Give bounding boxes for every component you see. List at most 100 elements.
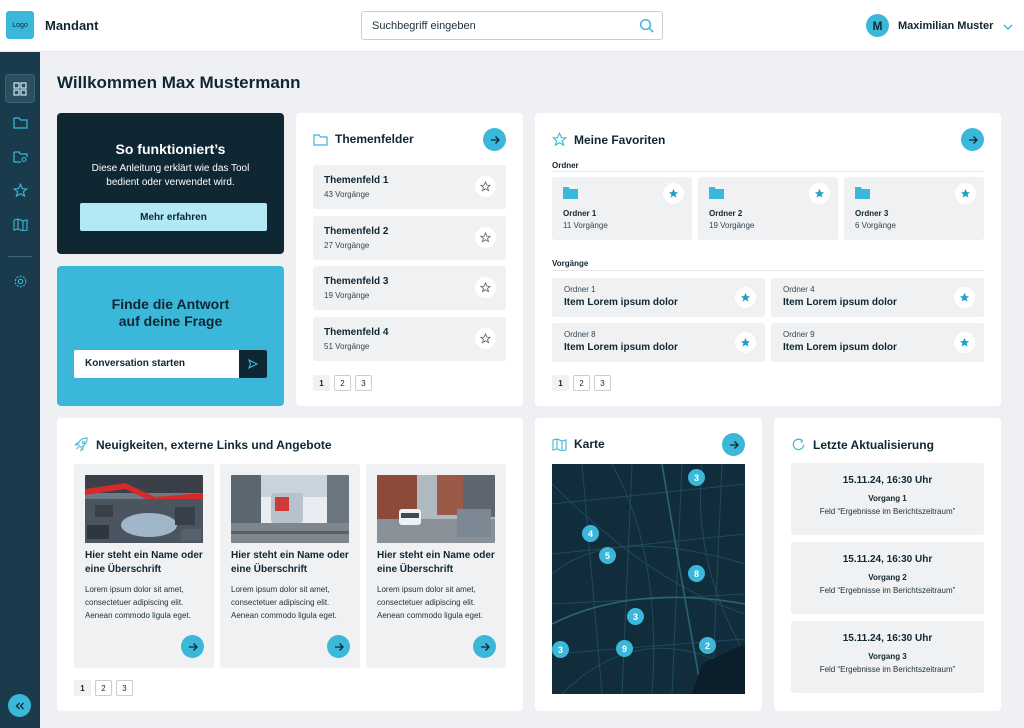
vorgang-item[interactable]: Ordner 4 Item Lorem ipsum dolor bbox=[771, 278, 984, 317]
news-item[interactable]: Hier steht ein Name oder eine Überschrif… bbox=[220, 464, 360, 668]
updates-header: Letzte Aktualisierung bbox=[791, 437, 934, 452]
page-3[interactable]: 3 bbox=[594, 375, 611, 391]
mandant-label: Mandant bbox=[45, 18, 99, 33]
news-image[interactable] bbox=[231, 475, 349, 543]
star-outline-icon bbox=[480, 181, 491, 192]
page-3[interactable]: 3 bbox=[355, 375, 372, 391]
map-marker[interactable]: 4 bbox=[582, 525, 599, 542]
page-1[interactable]: 1 bbox=[552, 375, 569, 391]
user-menu[interactable]: M Maximilian Muster bbox=[866, 14, 1013, 37]
map-marker[interactable]: 9 bbox=[616, 640, 633, 657]
news-open-button[interactable] bbox=[473, 635, 496, 658]
star-filled-icon bbox=[740, 337, 751, 347]
search-input[interactable] bbox=[362, 12, 622, 39]
folder-title: Ordner 1 bbox=[563, 209, 597, 218]
themenfelder-card: Themenfelder Themenfeld 1 43 Vorgänge Th… bbox=[296, 113, 523, 406]
themenfelder-open-button[interactable] bbox=[483, 128, 506, 151]
page-1[interactable]: 1 bbox=[313, 375, 330, 391]
item-count: 27 Vorgänge bbox=[324, 241, 370, 250]
news-text: Lorem ipsum dolor sit amet, consectetuer… bbox=[377, 585, 483, 620]
map-marker[interactable]: 3 bbox=[627, 608, 644, 625]
double-chevron-left-icon bbox=[15, 702, 24, 709]
news-image[interactable] bbox=[377, 475, 495, 543]
favorite-button[interactable] bbox=[475, 328, 496, 349]
news-image[interactable] bbox=[85, 475, 203, 543]
page-2[interactable]: 2 bbox=[573, 375, 590, 391]
vorgang-item[interactable]: Ordner 9 Item Lorem ipsum dolor bbox=[771, 323, 984, 362]
news-item[interactable]: Hier steht ein Name oder eine Überschrif… bbox=[74, 464, 214, 668]
pagination: 1 2 3 bbox=[74, 680, 137, 696]
map-marker[interactable]: 2 bbox=[699, 637, 716, 654]
top-header: Logo Mandant M Maximilian Muster bbox=[0, 0, 1024, 52]
folder-filled-icon bbox=[855, 187, 870, 199]
settings-icon[interactable] bbox=[5, 267, 35, 296]
folder-count: 11 Vorgänge bbox=[563, 221, 608, 230]
favoriten-open-button[interactable] bbox=[961, 128, 984, 151]
unfavorite-button[interactable] bbox=[735, 287, 756, 308]
news-heading: Hier steht ein Name oder eine Überschrif… bbox=[377, 550, 495, 575]
news-open-button[interactable] bbox=[327, 635, 350, 658]
page-1[interactable]: 1 bbox=[74, 680, 91, 696]
favoriten-header: Meine Favoriten bbox=[552, 132, 665, 147]
star-outline-icon bbox=[480, 232, 491, 243]
update-vorgang: Vorgang 3 bbox=[868, 652, 907, 661]
unfavorite-button[interactable] bbox=[809, 183, 830, 204]
news-text: Lorem ipsum dolor sit amet, consectetuer… bbox=[85, 585, 191, 620]
ordner-section-label: Ordner bbox=[552, 161, 579, 170]
updates-title: Letzte Aktualisierung bbox=[813, 437, 934, 452]
user-name[interactable]: Maximilian Muster bbox=[898, 20, 993, 32]
folder-item[interactable]: Ordner 2 19 Vorgänge bbox=[698, 177, 838, 240]
unfavorite-button[interactable] bbox=[954, 332, 975, 353]
list-item[interactable]: Themenfeld 4 51 Vorgänge bbox=[313, 317, 506, 361]
map-icon bbox=[552, 437, 567, 451]
vorgang-item[interactable]: Ordner 8 Item Lorem ipsum dolor bbox=[552, 323, 765, 362]
map-marker[interactable]: 8 bbox=[688, 565, 705, 582]
unfavorite-button[interactable] bbox=[954, 287, 975, 308]
collapse-sidebar-button[interactable] bbox=[8, 694, 31, 717]
star-icon[interactable] bbox=[5, 176, 35, 205]
map-icon[interactable] bbox=[5, 210, 35, 239]
unfavorite-button[interactable] bbox=[735, 332, 756, 353]
update-item[interactable]: 15.11.24, 16:30 Uhr Vorgang 1 Feld “Erge… bbox=[791, 463, 984, 535]
update-item[interactable]: 15.11.24, 16:30 Uhr Vorgang 3 Feld “Erge… bbox=[791, 621, 984, 693]
star-icon bbox=[552, 132, 567, 147]
avatar[interactable]: M bbox=[866, 14, 889, 37]
update-item[interactable]: 15.11.24, 16:30 Uhr Vorgang 2 Feld “Erge… bbox=[791, 542, 984, 614]
news-open-button[interactable] bbox=[181, 635, 204, 658]
page-2[interactable]: 2 bbox=[334, 375, 351, 391]
page-3[interactable]: 3 bbox=[116, 680, 133, 696]
logo[interactable]: Logo bbox=[6, 11, 34, 39]
map-marker[interactable]: 3 bbox=[688, 469, 705, 486]
folder-search-icon[interactable] bbox=[5, 142, 35, 171]
favorite-button[interactable] bbox=[475, 227, 496, 248]
list-item[interactable]: Themenfeld 3 19 Vorgänge bbox=[313, 266, 506, 310]
vorgang-item[interactable]: Ordner 1 Item Lorem ipsum dolor bbox=[552, 278, 765, 317]
map-view[interactable]: 3 45 8 3 9 2 3 bbox=[552, 464, 745, 694]
favoriten-title: Meine Favoriten bbox=[574, 132, 666, 147]
more-info-button[interactable]: Mehr erfahren bbox=[80, 203, 267, 231]
news-item[interactable]: Hier steht ein Name oder eine Überschrif… bbox=[366, 464, 506, 668]
search-box[interactable] bbox=[361, 11, 663, 40]
send-button[interactable] bbox=[239, 350, 267, 378]
unfavorite-button[interactable] bbox=[663, 183, 684, 204]
list-item[interactable]: Themenfeld 1 43 Vorgänge bbox=[313, 165, 506, 209]
karte-open-button[interactable] bbox=[722, 433, 745, 456]
list-item[interactable]: Themenfeld 2 27 Vorgänge bbox=[313, 216, 506, 260]
map-streets bbox=[552, 464, 745, 694]
pagination: 1 2 3 bbox=[552, 375, 615, 391]
unfavorite-button[interactable] bbox=[955, 183, 976, 204]
conversation-field[interactable]: Konversation starten bbox=[74, 350, 267, 378]
favorite-button[interactable] bbox=[475, 277, 496, 298]
news-heading: Hier steht ein Name oder eine Überschrif… bbox=[231, 550, 349, 575]
folder-item[interactable]: Ordner 3 6 Vorgänge bbox=[844, 177, 984, 240]
page-2[interactable]: 2 bbox=[95, 680, 112, 696]
map-marker[interactable]: 3 bbox=[552, 641, 569, 658]
map-marker[interactable]: 5 bbox=[599, 547, 616, 564]
folder-icon[interactable] bbox=[5, 108, 35, 137]
chevron-down-icon[interactable] bbox=[1003, 17, 1013, 35]
search-icon[interactable] bbox=[639, 18, 654, 38]
folder-item[interactable]: Ordner 1 11 Vorgänge bbox=[552, 177, 692, 240]
dashboard-icon[interactable] bbox=[5, 74, 35, 103]
conversation-label[interactable]: Konversation starten bbox=[74, 350, 239, 378]
favorite-button[interactable] bbox=[475, 176, 496, 197]
